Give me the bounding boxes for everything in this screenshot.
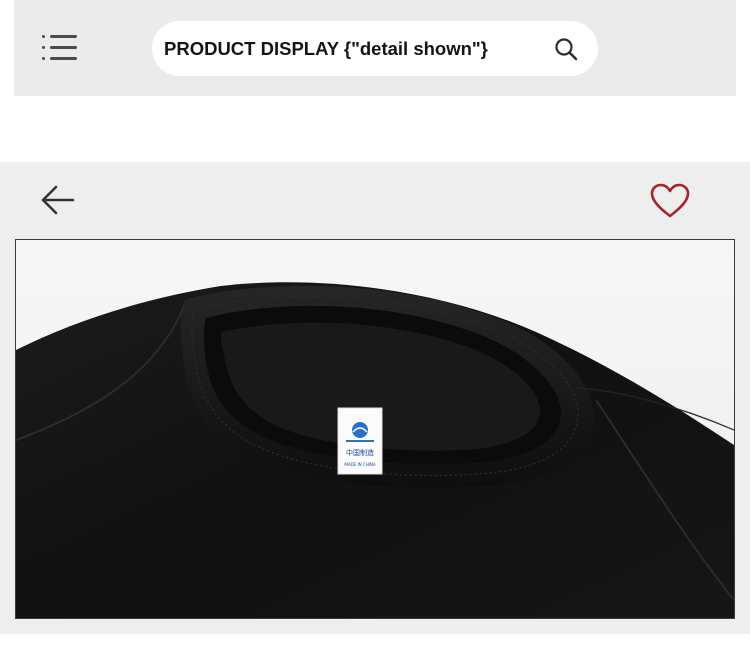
- top-header-bar: PRODUCT DISPLAY {"detail shown"}: [14, 0, 736, 96]
- label-text-cn: 中国制造: [346, 448, 374, 457]
- product-detail-section: 中国制造 MADE IN CHINA: [0, 162, 750, 634]
- hamburger-menu-icon[interactable]: [42, 33, 80, 63]
- heart-outline-icon[interactable]: [650, 183, 690, 219]
- search-input[interactable]: PRODUCT DISPLAY {"detail shown"}: [152, 21, 598, 76]
- search-query-text: PRODUCT DISPLAY {"detail shown"}: [164, 38, 488, 59]
- label-text-en: MADE IN CHINA: [344, 462, 375, 467]
- product-image: 中国制造 MADE IN CHINA: [15, 239, 735, 619]
- neck-label: 中国制造 MADE IN CHINA: [337, 407, 383, 475]
- arrow-left-icon[interactable]: [40, 184, 76, 216]
- search-icon[interactable]: [554, 37, 578, 61]
- sweatshirt-collar-illustration: 中国制造 MADE IN CHINA: [16, 240, 734, 618]
